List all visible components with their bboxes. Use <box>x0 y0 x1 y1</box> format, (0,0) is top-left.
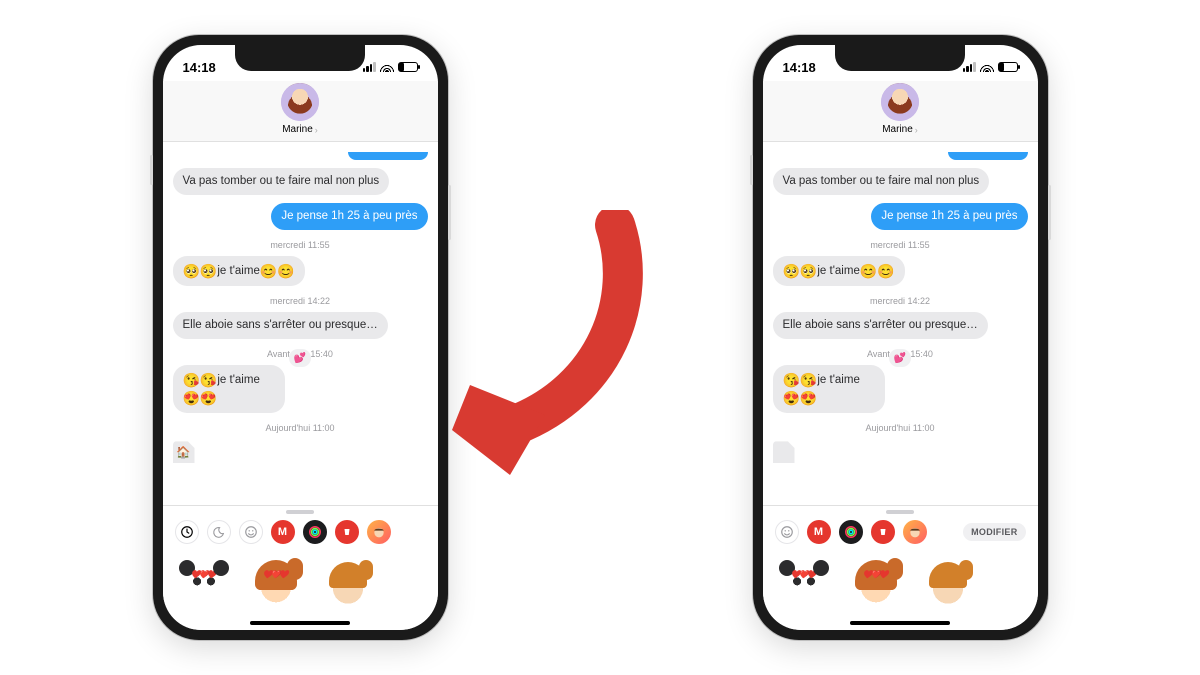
edit-button[interactable]: MODIFIER <box>963 523 1025 541</box>
curved-arrow-icon <box>440 210 650 480</box>
emoji-blush: 😊😊 <box>860 263 895 279</box>
memoji-panda-heart-eyes[interactable] <box>781 562 827 608</box>
memoji-girl-heart-eyes[interactable] <box>253 562 299 608</box>
timestamp: Aujourd'hui 11:00 <box>773 423 1028 433</box>
moon-icon[interactable] <box>207 520 231 544</box>
contact-avatar[interactable] <box>881 83 919 121</box>
timestamp: mercredi 11:55 <box>773 240 1028 250</box>
app-red-m-icon[interactable]: M <box>271 520 295 544</box>
message-bubble-recv[interactable]: Va pas tomber ou te faire mal non plus <box>173 168 390 195</box>
app-strip[interactable]: M MODIFIER <box>763 516 1038 550</box>
contact-avatar[interactable] <box>281 83 319 121</box>
wifi-icon <box>980 62 994 72</box>
drag-handle[interactable] <box>886 510 914 514</box>
battery-icon <box>398 62 418 72</box>
message-bubble-recv[interactable]: 🥺🥺je t'aime😊😊 <box>173 256 305 286</box>
screen: 14:18 Marine › Va pas tomber ou te faire… <box>163 45 438 630</box>
chat-header[interactable]: Marine › <box>163 81 438 142</box>
phone-mockup-left: 14:18 Marine › Va pas tomber ou te faire… <box>153 35 448 640</box>
message-bubble-recv[interactable]: 😘😘je t'aime😍😍 <box>173 365 285 413</box>
chat-body[interactable]: Va pas tomber ou te faire mal non plus J… <box>763 142 1038 497</box>
contact-name-row[interactable]: Marine › <box>282 124 318 135</box>
memoji-girl-smirk[interactable] <box>325 562 371 608</box>
emoji-kiss: 😘😘 <box>183 372 218 388</box>
emoji-kiss: 😘😘 <box>783 372 818 388</box>
cup-app-icon[interactable] <box>335 520 359 544</box>
cell-signal-icon <box>963 62 976 72</box>
home-indicator[interactable] <box>850 621 950 625</box>
message-bubble-sent-partial[interactable] <box>348 152 428 160</box>
cup-app-icon[interactable] <box>871 520 895 544</box>
chat-header[interactable]: Marine › <box>763 81 1038 142</box>
emoji-pleading: 🥺🥺 <box>183 263 218 279</box>
timestamp: mercredi 11:55 <box>173 240 428 250</box>
emoji-heart-eyes: 😍😍 <box>183 390 218 406</box>
memoji-panda-heart-eyes[interactable] <box>181 562 227 608</box>
tapback-reaction[interactable]: 💕 <box>289 349 311 367</box>
memoji-girl-smirk[interactable] <box>925 562 971 608</box>
emoji-blush: 😊😊 <box>260 263 295 279</box>
app-drawer: M <box>163 505 438 630</box>
chat-body[interactable]: Va pas tomber ou te faire mal non plus J… <box>163 142 438 497</box>
tapback-reaction[interactable]: 💕 <box>889 349 911 367</box>
cell-signal-icon <box>363 62 376 72</box>
memoji-girl-heart-eyes[interactable] <box>853 562 899 608</box>
timestamp: Aujourd'hui 11:00 <box>173 423 428 433</box>
message-bubble-sent[interactable]: Je pense 1h 25 à peu près <box>871 203 1027 230</box>
message-bubble-sent[interactable]: Je pense 1h 25 à peu près <box>271 203 427 230</box>
phone-mockup-right: 14:18 Marine › Va pas tomber ou te faire… <box>753 35 1048 640</box>
app-drawer: M MODIFIER <box>763 505 1038 630</box>
message-bubble-recv[interactable]: 😘😘je t'aime😍😍 <box>773 365 885 413</box>
timestamp: mercredi 14:22 <box>773 296 1028 306</box>
emoji-pleading: 🥺🥺 <box>783 263 818 279</box>
home-indicator[interactable] <box>250 621 350 625</box>
contact-name-row[interactable]: Marine › <box>882 124 918 135</box>
status-time: 14:18 <box>183 60 216 75</box>
memoji-app-icon[interactable] <box>367 520 391 544</box>
app-strip[interactable]: M <box>163 516 438 550</box>
emoji-heart-eyes: 😍😍 <box>783 390 818 406</box>
chevron-right-icon: › <box>315 125 318 135</box>
battery-icon <box>998 62 1018 72</box>
fitness-rings-icon[interactable] <box>839 520 863 544</box>
notch <box>835 45 965 71</box>
notch <box>235 45 365 71</box>
message-bubble-recv[interactable]: Elle aboie sans s'arrêter ou presque… <box>773 312 988 339</box>
contact-name: Marine <box>282 124 313 135</box>
emoji-picker-icon[interactable] <box>775 520 799 544</box>
message-bubble-recv[interactable]: Elle aboie sans s'arrêter ou presque… <box>173 312 388 339</box>
memoji-app-icon[interactable] <box>903 520 927 544</box>
app-red-m-icon[interactable]: M <box>807 520 831 544</box>
screen: 14:18 Marine › Va pas tomber ou te faire… <box>763 45 1038 630</box>
status-time: 14:18 <box>783 60 816 75</box>
memoji-sticker-row[interactable] <box>763 550 1038 630</box>
fitness-rings-icon[interactable] <box>303 520 327 544</box>
message-bubble-recv[interactable]: Va pas tomber ou te faire mal non plus <box>773 168 990 195</box>
contact-name: Marine <box>882 124 913 135</box>
emoji-picker-icon[interactable] <box>239 520 263 544</box>
wifi-icon <box>380 62 394 72</box>
message-bubble-sent-partial[interactable] <box>948 152 1028 160</box>
chevron-right-icon: › <box>915 125 918 135</box>
drag-handle[interactable] <box>286 510 314 514</box>
message-bubble-recv[interactable]: 🥺🥺je t'aime😊😊 <box>773 256 905 286</box>
attachment-thumbnail[interactable]: 🏠 <box>173 441 195 463</box>
timestamp: mercredi 14:22 <box>173 296 428 306</box>
recents-icon[interactable] <box>175 520 199 544</box>
attachment-thumbnail[interactable] <box>773 441 795 463</box>
memoji-sticker-row[interactable] <box>163 550 438 630</box>
